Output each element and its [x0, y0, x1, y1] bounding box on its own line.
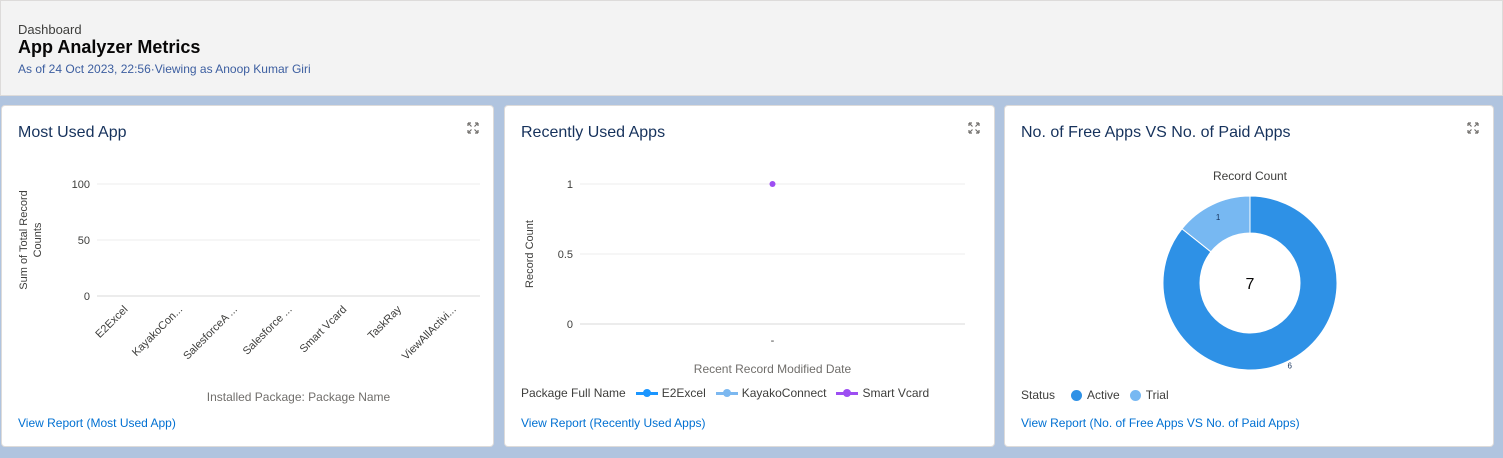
view-report-link[interactable]: View Report (Most Used App): [18, 416, 176, 430]
y-tick-label: 0: [567, 319, 573, 331]
y-axis-label-line: Counts: [32, 222, 44, 257]
legend-title: Status: [1021, 388, 1056, 402]
legend-title: Package Full Name: [521, 386, 626, 400]
legend-item[interactable]: KayakoConnect: [715, 386, 827, 400]
x-tick-label: E2Excel: [93, 304, 130, 341]
y-tick-label: 1: [567, 179, 573, 191]
legend-label: Active: [1087, 388, 1120, 402]
data-point: [769, 181, 776, 187]
legend-swatch: [635, 388, 658, 399]
chart-legend: Status Active Trial: [1021, 388, 1169, 402]
y-tick-label: 50: [78, 235, 90, 247]
x-axis-label: Installed Package: Package Name: [207, 390, 391, 404]
x-axis-label: Recent Record Modified Date: [694, 362, 852, 376]
slice-value-label: 1: [1216, 213, 1221, 222]
card-recently-used-apps: Recently Used Apps 0 0.5 1 Record Count - Rec…: [504, 105, 995, 447]
card-most-used-app: Most Used App 0 50 100 Sum of Total Record C…: [1, 105, 494, 447]
legend-swatch: [715, 388, 738, 399]
card-title: No. of Free Apps VS No. of Paid Apps: [1021, 124, 1291, 141]
legend-label: KayakoConnect: [741, 386, 827, 400]
card-title: Most Used App: [18, 124, 127, 141]
legend-swatch: [1129, 389, 1141, 401]
chart-title: Record Count: [1213, 169, 1288, 183]
x-tick-label: TaskRay: [366, 303, 405, 342]
y-tick-label: 0: [84, 291, 90, 303]
view-report-link[interactable]: View Report (Recently Used Apps): [521, 416, 706, 430]
expand-icon[interactable]: [467, 122, 479, 134]
y-tick-label: 0.5: [558, 249, 573, 261]
page-subtitle: As of 24 Oct 2023, 22:56·Viewing as Anoo…: [18, 62, 311, 76]
legend-swatch: [1071, 389, 1083, 401]
legend-label: Trial: [1145, 388, 1169, 402]
legend-item[interactable]: Trial: [1129, 388, 1169, 402]
chart-legend: Package Full Name E2Excel KayakoConnect Sm…: [521, 386, 929, 400]
legend-swatch: [836, 388, 859, 399]
legend-label: E2Excel: [661, 386, 706, 400]
y-axis-label: Sum of Total Record Counts: [18, 190, 44, 289]
donut-center-total: 7: [1246, 276, 1255, 293]
slice-value-label: 6: [1287, 361, 1292, 370]
y-axis-label: Record Count: [524, 220, 536, 288]
y-tick-label: 100: [72, 179, 90, 191]
legend-label: Smart Vcard: [862, 386, 930, 400]
view-report-link[interactable]: View Report (No. of Free Apps VS No. of …: [1021, 416, 1300, 430]
legend-item[interactable]: Active: [1071, 388, 1120, 402]
x-tick-label: ViewAllActivi...: [400, 304, 459, 363]
expand-icon[interactable]: [968, 122, 980, 134]
line-chart: 0 0.5 1 Record Count - Recent Record Modified…: [524, 179, 965, 376]
page-title: App Analyzer Metrics: [18, 37, 201, 57]
card-free-vs-paid-apps: No. of Free Apps VS No. of Paid Apps Rec…: [1004, 105, 1494, 447]
x-tick-label: Smart Vcard: [298, 304, 350, 356]
bar-chart: 0 50 100 Sum of Total Record Counts E2Excel Ka…: [18, 179, 480, 404]
x-tick-label: KayakoCon...: [130, 304, 185, 359]
legend-item[interactable]: E2Excel: [635, 386, 706, 400]
y-axis-label-line: Sum of Total Record: [18, 190, 30, 289]
dashboard-header: Dashboard App Analyzer Metrics As of 24 …: [0, 0, 1503, 96]
breadcrumb[interactable]: Dashboard: [18, 22, 82, 37]
card-title: Recently Used Apps: [521, 124, 666, 141]
expand-icon[interactable]: [1467, 122, 1479, 134]
x-tick-label: -: [771, 335, 775, 347]
x-tick-label: SalesforceA ...: [181, 304, 240, 363]
donut-chart: Record Count 6 1 7: [1162, 169, 1338, 371]
x-tick-label: Salesforce ...: [241, 304, 295, 358]
legend-item[interactable]: Smart Vcard: [836, 386, 929, 400]
